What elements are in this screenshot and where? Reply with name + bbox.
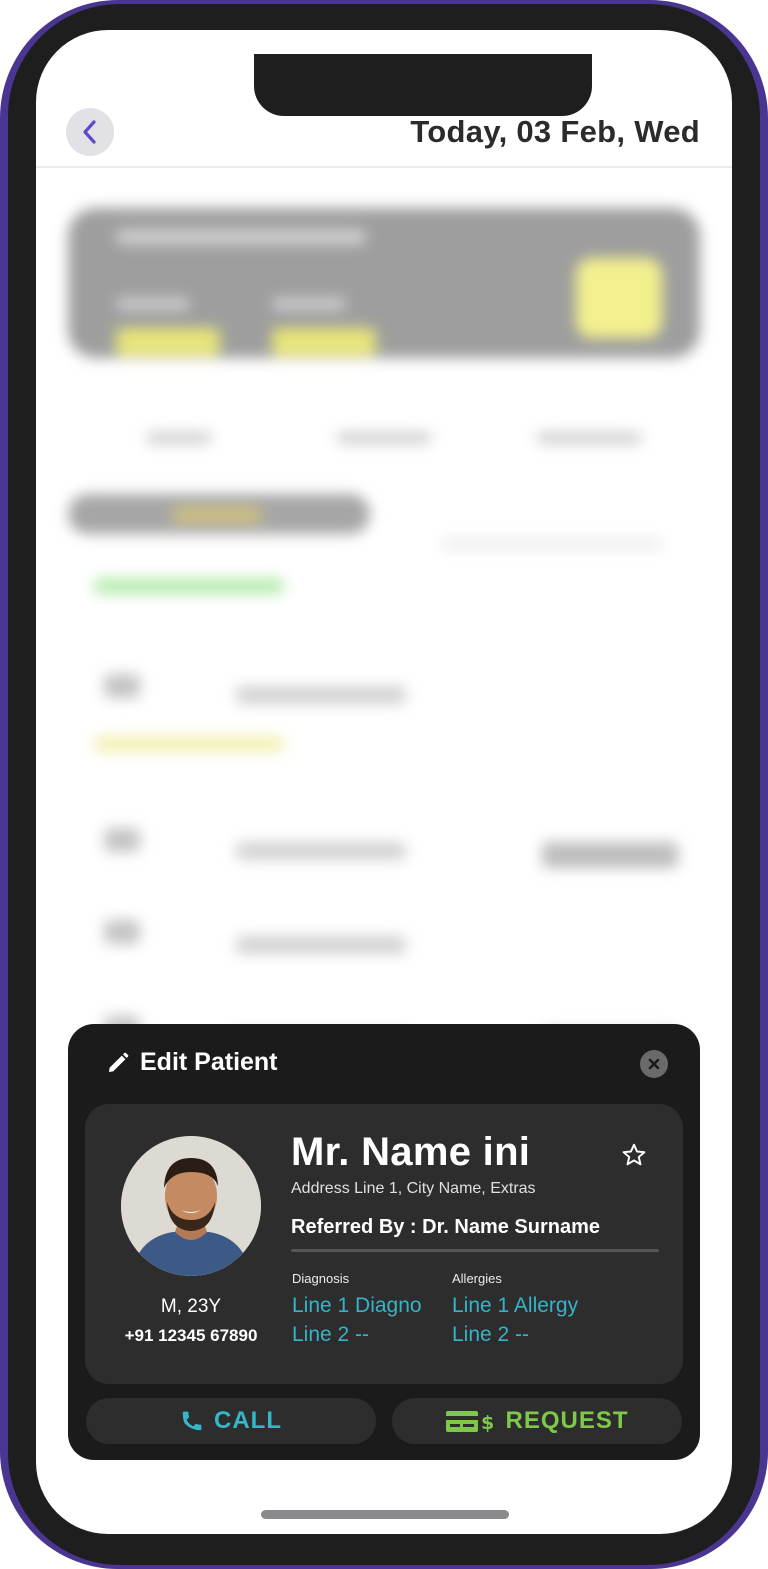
phone-icon <box>182 1411 202 1431</box>
referred-by: Referred By : Dr. Name Surname <box>291 1216 601 1238</box>
payment-request-icon: $ <box>446 1411 495 1434</box>
patient-avatar <box>121 1136 261 1276</box>
diagnosis-line-2: Line 2 -- <box>292 1323 370 1346</box>
diagnosis-line-1: Line 1 Diagno <box>292 1294 422 1317</box>
home-indicator[interactable] <box>261 1510 509 1519</box>
divider <box>291 1249 659 1252</box>
patient-card: M, 23Y +91 12345 67890 Mr. Name ini Addr… <box>85 1104 683 1384</box>
back-button[interactable] <box>66 108 114 156</box>
close-icon <box>648 1058 660 1070</box>
patient-phone: +91 12345 67890 <box>124 1326 258 1345</box>
patient-address: Address Line 1, City Name, Extras <box>291 1180 536 1197</box>
allergies-label: Allergies <box>452 1271 502 1286</box>
edit-patient-modal: Edit Patient M, 23Y +91 12345 67890 Mr. … <box>68 1024 700 1460</box>
request-button[interactable]: $ REQUEST <box>392 1398 682 1444</box>
call-button[interactable]: CALL <box>86 1398 376 1444</box>
favorite-button[interactable] <box>621 1142 647 1173</box>
phone-screen: Today, 03 Feb, Wed Edit Patient M, 23Y +… <box>36 30 732 1534</box>
modal-header: Edit Patient <box>106 1048 278 1077</box>
chevron-left-icon <box>83 120 96 144</box>
avatar-image <box>121 1136 261 1276</box>
allergies-line-2: Line 2 -- <box>452 1323 530 1346</box>
modal-title: Edit Patient <box>140 1048 278 1076</box>
star-icon <box>622 1143 646 1166</box>
pencil-icon <box>109 1052 129 1072</box>
device-notch <box>254 54 592 116</box>
header-date: Today, 03 Feb, Wed <box>410 114 700 149</box>
patient-name: Mr. Name ini <box>291 1130 531 1174</box>
request-label: REQUEST <box>505 1407 629 1434</box>
svg-text:$: $ <box>481 1412 494 1434</box>
patient-gender-age: M, 23Y <box>160 1296 222 1317</box>
allergies-line-1: Line 1 Allergy <box>452 1294 579 1317</box>
call-label: CALL <box>214 1407 282 1434</box>
diagnosis-label: Diagnosis <box>292 1271 350 1286</box>
close-button[interactable] <box>640 1050 668 1078</box>
